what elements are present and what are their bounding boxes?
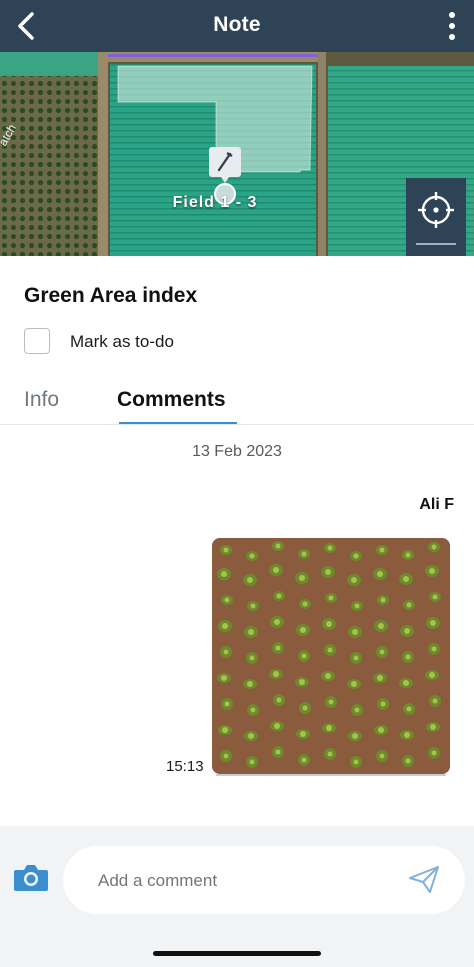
field-label: Field 1 - 3	[172, 194, 258, 211]
home-indicator	[153, 951, 321, 956]
send-icon[interactable]	[408, 864, 440, 894]
top-app-bar: Note	[0, 0, 474, 52]
photo-divider	[216, 774, 446, 776]
tab-comments[interactable]: Comments	[117, 388, 226, 412]
comment-author: Ali F	[419, 496, 454, 513]
camera-icon[interactable]	[13, 862, 49, 892]
crop-photo-image	[212, 538, 450, 774]
comment-input[interactable]	[96, 870, 380, 892]
todo-checkbox[interactable]	[24, 328, 50, 354]
todo-label[interactable]: Mark as to-do	[70, 332, 174, 352]
locate-button[interactable]	[406, 178, 466, 256]
more-vertical-icon[interactable]	[442, 10, 462, 42]
note-title: Green Area index	[24, 284, 198, 307]
field-map[interactable]: atch Field 1 - 3	[0, 52, 474, 256]
comment-photo[interactable]	[212, 538, 450, 774]
comment-date-separator: 13 Feb 2023	[192, 443, 282, 460]
page-title: Note	[213, 13, 261, 36]
crosshair-icon	[416, 192, 456, 245]
tabs-divider	[0, 424, 474, 425]
tab-info[interactable]: Info	[24, 388, 59, 412]
comment-time: 15:13	[166, 758, 204, 775]
